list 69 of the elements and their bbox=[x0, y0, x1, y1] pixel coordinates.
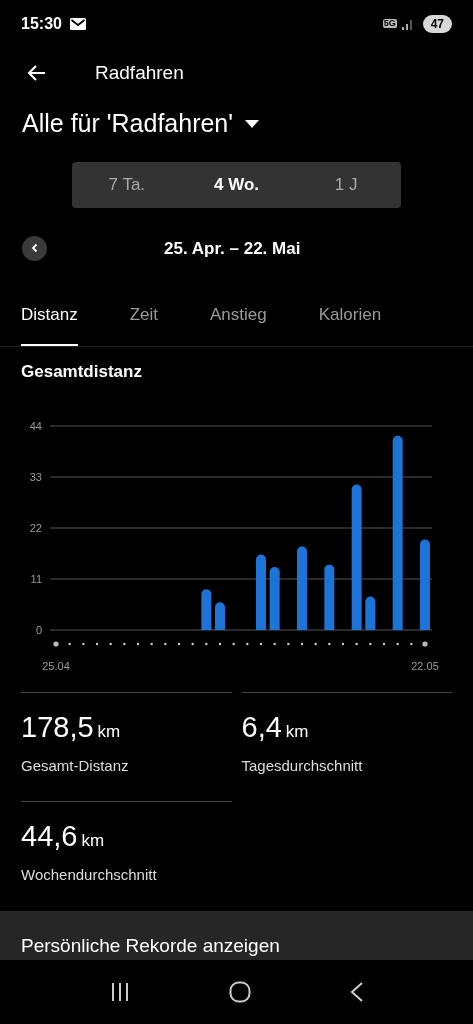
day-dot bbox=[422, 641, 428, 647]
previous-button[interactable] bbox=[22, 235, 47, 261]
chart-title: Gesamtdistanz bbox=[20, 362, 143, 380]
back-nav-icon[interactable] bbox=[349, 982, 364, 1003]
day-dot bbox=[205, 642, 208, 645]
period-option[interactable]: 4 Wo. bbox=[181, 172, 292, 198]
battery-indicator: 47 bbox=[422, 14, 452, 33]
day-dot bbox=[410, 642, 413, 645]
y-tick-label: 33 bbox=[29, 470, 42, 483]
day-dot bbox=[396, 642, 399, 645]
day-dot bbox=[177, 642, 181, 645]
day-dot bbox=[300, 642, 304, 645]
day-dot bbox=[273, 642, 276, 645]
day-dot bbox=[341, 642, 345, 645]
chevron-left-icon bbox=[29, 243, 40, 254]
day-dot bbox=[82, 642, 85, 645]
day-dot bbox=[53, 641, 59, 647]
network-label: 5G bbox=[382, 19, 397, 29]
day-dot bbox=[164, 642, 167, 645]
tab[interactable]: Kalorien bbox=[318, 302, 382, 346]
y-tick-label: 11 bbox=[30, 572, 42, 585]
bar bbox=[365, 596, 376, 630]
bar bbox=[269, 566, 280, 630]
y-tick-label: 22 bbox=[29, 521, 42, 534]
day-dot bbox=[68, 642, 71, 645]
day-dot bbox=[95, 642, 99, 645]
day-dot bbox=[382, 642, 386, 645]
day-dot bbox=[246, 642, 249, 645]
day-dot bbox=[123, 642, 126, 645]
filter-dropdown[interactable]: Alle für 'Radfahren' bbox=[22, 105, 260, 143]
date-range: 25. Apr. – 22. Mai bbox=[164, 237, 301, 260]
day-dot bbox=[314, 642, 317, 645]
bar bbox=[215, 601, 225, 630]
mail-icon bbox=[69, 17, 86, 30]
y-tick-label: 0 bbox=[35, 623, 42, 636]
x-tick-label: 25.04 bbox=[42, 659, 70, 672]
y-tick-label: 44 bbox=[29, 419, 42, 432]
stat-label: Wochendurchschnitt bbox=[21, 865, 158, 886]
signal-icon bbox=[400, 17, 415, 30]
recent-apps-icon[interactable] bbox=[109, 983, 130, 1002]
stat-label: Tagesdurchschnitt bbox=[241, 755, 364, 776]
tab[interactable]: Anstieg bbox=[210, 302, 267, 346]
tab[interactable]: Distanz bbox=[21, 302, 78, 346]
day-dot bbox=[232, 642, 235, 645]
day-dot bbox=[191, 642, 194, 645]
bar bbox=[324, 564, 335, 630]
day-dot bbox=[150, 642, 153, 645]
page-title: Radfahren bbox=[95, 61, 184, 86]
records-link[interactable]: Persönliche Rekorde anzeigen bbox=[21, 935, 280, 955]
period-option[interactable]: 1 J bbox=[291, 172, 401, 198]
bar bbox=[201, 588, 212, 630]
period-option[interactable]: 7 Ta. bbox=[72, 172, 182, 198]
tab[interactable]: Zeit bbox=[129, 302, 159, 346]
home-icon[interactable] bbox=[228, 981, 251, 1004]
status-time: 15:30 bbox=[21, 13, 62, 34]
day-dot bbox=[287, 642, 290, 645]
day-dot bbox=[136, 642, 140, 645]
day-dot bbox=[328, 642, 331, 645]
day-dot bbox=[109, 642, 112, 645]
day-dot bbox=[218, 642, 222, 645]
day-dot bbox=[369, 642, 372, 645]
stat-value: 6,4 km bbox=[241, 712, 310, 742]
x-tick-label: 22.05 bbox=[411, 659, 439, 672]
caret-icon bbox=[245, 120, 260, 128]
stat-value: 44,6 km bbox=[21, 822, 106, 852]
day-dot bbox=[259, 642, 263, 645]
stat-value: 178,5 km bbox=[21, 712, 122, 742]
stat-label: Gesamt-Distanz bbox=[21, 755, 130, 776]
day-dot bbox=[355, 642, 358, 645]
